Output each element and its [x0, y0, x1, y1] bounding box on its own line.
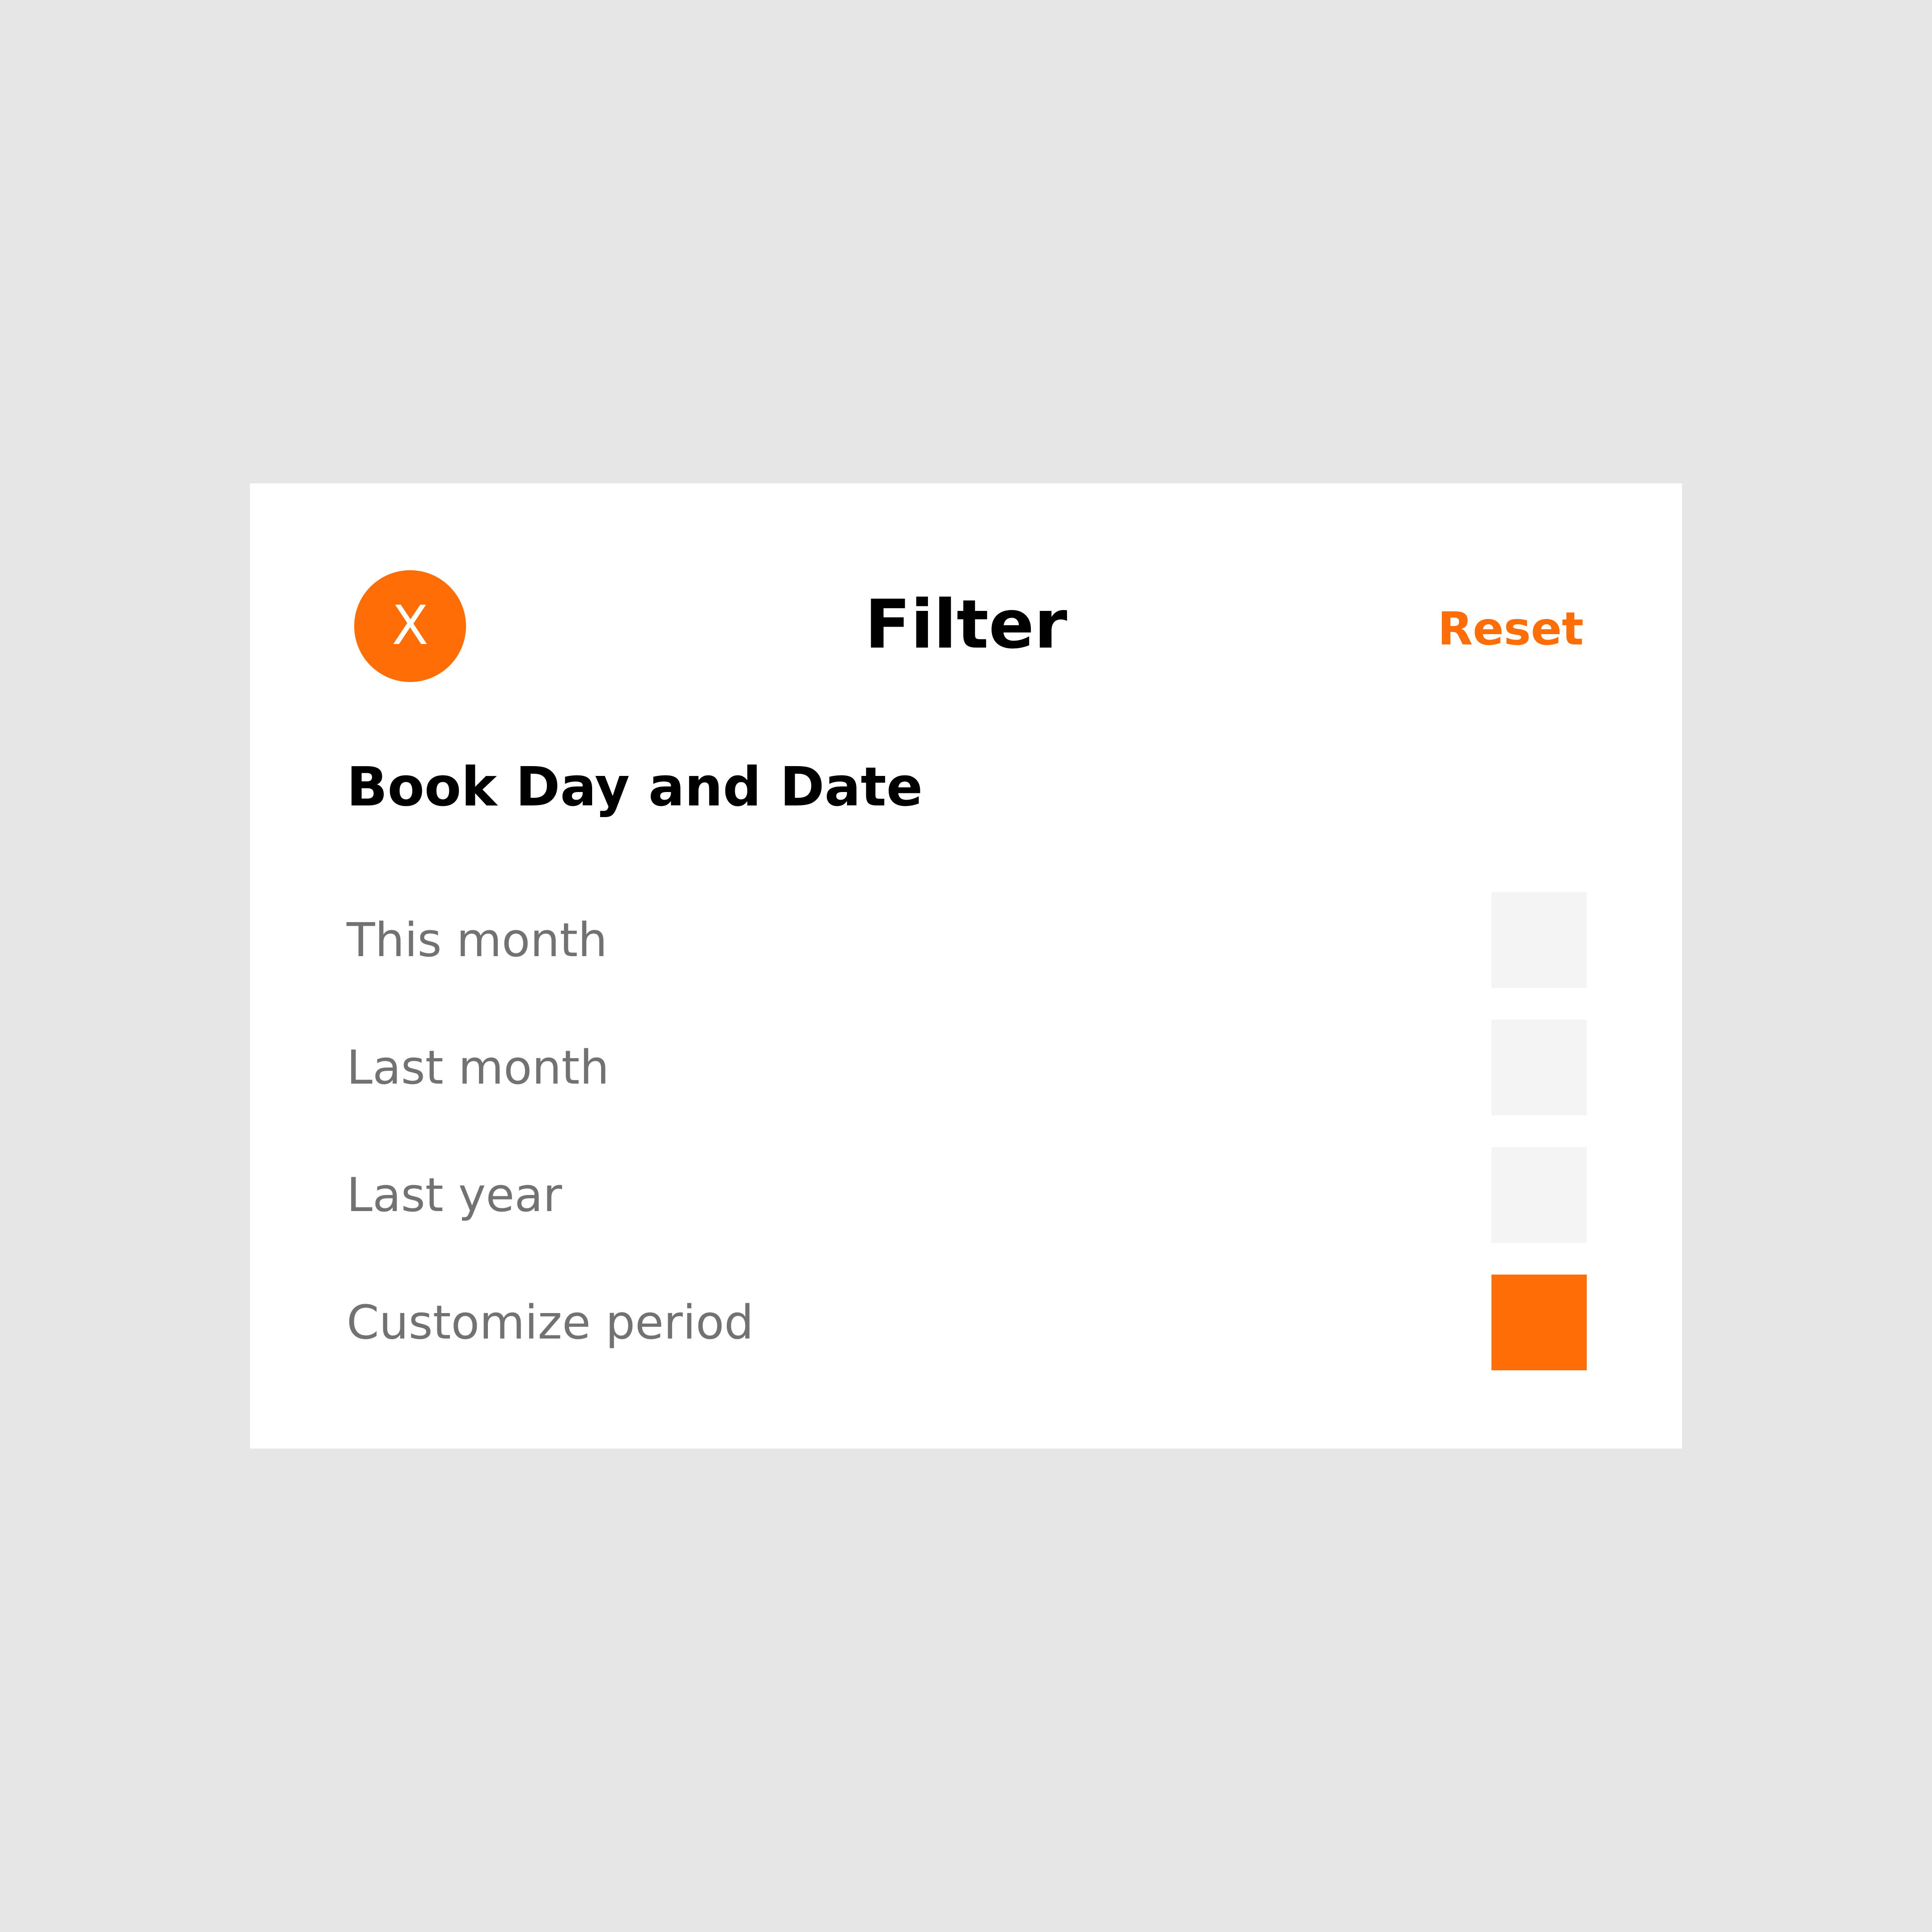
option-customize-period[interactable]: Customize period — [347, 1275, 1587, 1370]
filter-panel: X Filter Reset Book Day and Date This mo… — [250, 483, 1682, 1449]
option-last-year[interactable]: Last year — [347, 1147, 1587, 1243]
option-last-month[interactable]: Last month — [347, 1020, 1587, 1115]
option-checkbox[interactable] — [1491, 1275, 1587, 1370]
option-this-month[interactable]: This month — [347, 892, 1587, 988]
option-checkbox[interactable] — [1491, 1147, 1587, 1243]
reset-button[interactable]: Reset — [1438, 602, 1584, 657]
close-button[interactable]: X — [354, 570, 466, 682]
option-label: This month — [347, 912, 608, 967]
section-heading: Book Day and Date — [347, 756, 923, 818]
option-label: Last year — [347, 1167, 562, 1222]
option-label: Customize period — [347, 1295, 754, 1350]
close-icon: X — [391, 595, 429, 657]
option-label: Last month — [347, 1040, 610, 1095]
option-checkbox[interactable] — [1491, 1020, 1587, 1115]
option-checkbox[interactable] — [1491, 892, 1587, 988]
